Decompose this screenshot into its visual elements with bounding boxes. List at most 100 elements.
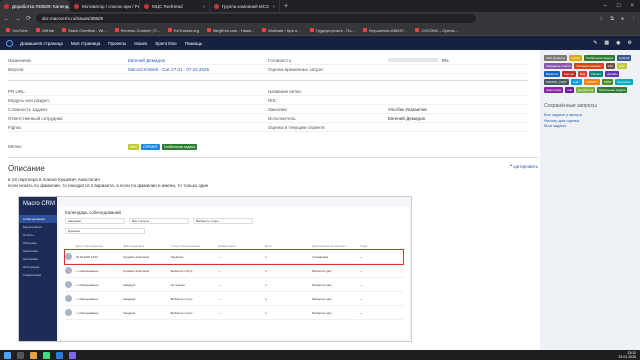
sidebar-tag[interactable]: Снимаем (сервис) xyxy=(574,63,604,69)
sidebar-tag[interactable]: Аналитика xyxy=(544,87,563,93)
sidebar-tag[interactable]: Мой профиль xyxy=(544,55,568,61)
bookmark[interactable]: MegEmil.com - Нижи... xyxy=(207,28,254,33)
issue-tag[interactable]: СПРИНТ xyxy=(141,143,160,150)
browser-tab[interactable]: МЦС RedHead × xyxy=(140,0,210,12)
attribute-label: Назначена: xyxy=(8,57,32,63)
star-icon[interactable]: ☆ xyxy=(599,16,603,22)
bookmark[interactable]: Motivate / Ари и ... xyxy=(262,28,302,33)
attribute-value[interactable] xyxy=(128,107,268,112)
attribute-value[interactable] xyxy=(128,98,268,103)
sidebar-tag[interactable]: Дизайн xyxy=(605,71,620,77)
minimize-icon[interactable]: – xyxy=(604,3,607,9)
screenshot-cell: 1 xyxy=(265,296,267,301)
saved-query-link[interactable]: Мои задачи xyxy=(544,123,636,129)
bookmark[interactable]: RuTracker.org xyxy=(167,28,199,33)
sidebar-tag[interactable]: Доработка xyxy=(576,87,596,93)
redmine-menu-item[interactable]: Проекты xyxy=(108,41,126,46)
redmine-menu-item[interactable]: Issues xyxy=(134,41,147,46)
sidebar-tag[interactable]: Ulta xyxy=(564,87,575,93)
attribute-pair: Модуль или раздел: xyxy=(8,98,268,103)
attribute-value xyxy=(388,67,528,72)
attribute-value[interactable] xyxy=(128,125,268,130)
issue-tag[interactable]: Web xyxy=(128,143,140,150)
new-tab-icon[interactable]: + xyxy=(280,0,292,12)
screenshot-cell: Не пришёл xyxy=(170,282,185,287)
sidebar-tag[interactable]: СПРИНТ xyxy=(583,79,601,85)
sidebar-tag[interactable]: Android xyxy=(616,55,632,61)
screenshot-cell: Кущевич Анастасия xyxy=(123,268,150,273)
sidebar-tag[interactable]: Глобальная задача xyxy=(583,55,615,61)
vscode-icon[interactable] xyxy=(56,351,63,359)
attribute-value[interactable]: MacroCrmWeb - Сат 27.01 - 07.02.2025 xyxy=(128,67,268,72)
bookmark[interactable]: Трудоустроить - По... xyxy=(309,28,355,33)
user-icon[interactable]: ◉ xyxy=(616,40,620,46)
sidebar-tag[interactable]: iOS xyxy=(605,63,615,69)
bookmark[interactable]: Улучшения #36497... xyxy=(362,28,407,33)
attribute-value xyxy=(388,98,528,103)
screenshot-cell: 1 xyxy=(265,310,267,315)
sidebar-tag[interactable]: mobile xyxy=(569,55,582,61)
search-icon[interactable] xyxy=(17,351,24,359)
redmine-menu-item[interactable]: Домашняя страница xyxy=(20,41,63,46)
browser-tab[interactable]: Группа компаний МСS × xyxy=(210,0,280,12)
sidebar-tag[interactable]: Web xyxy=(616,63,627,69)
sidebar-tag[interactable]: Ожидание ответа xyxy=(544,63,573,69)
sidebar-tag[interactable]: PROMO_TEST xyxy=(544,79,569,85)
sidebar-tag[interactable]: Мобильная задача xyxy=(597,87,628,93)
screenshot-table: Дата собеседования ФИО кандидата Статус со… xyxy=(64,242,404,320)
profile-icon[interactable]: ● xyxy=(621,16,624,22)
bookmark[interactable]: Stack Overflow - Wi... xyxy=(62,28,107,33)
screenshot-cell: Одобрено xyxy=(170,254,184,259)
browser-tab[interactable]: Мотиватор / список ари / Ры× xyxy=(70,0,140,12)
close-icon[interactable]: × xyxy=(272,4,275,9)
attribute-label: Оценка временных затрат: xyxy=(268,66,325,72)
screenshot-search-field: Кущевич xyxy=(65,228,145,234)
windows-start-icon[interactable] xyxy=(4,351,11,359)
bookmark[interactable]: СХСОМС - Opimiz... xyxy=(415,28,458,33)
quote-link[interactable]: ❝ Цитировать xyxy=(510,164,538,173)
app-icon[interactable] xyxy=(69,351,76,359)
close-window-icon[interactable]: × xyxy=(630,3,634,9)
sidebar-tag[interactable]: Bug xyxy=(578,71,588,77)
bookmark[interactable]: YouTube xyxy=(6,28,28,33)
attribute-label: Ответственный сотрудник: xyxy=(8,115,64,121)
screenshot-column-header: Дата выхода на обучение xyxy=(312,243,346,248)
maximize-icon[interactable]: □ xyxy=(617,3,621,9)
sidebar-tag[interactable]: Обучение xyxy=(614,79,633,85)
redmine-menu-item[interactable]: Spent time xyxy=(155,41,177,46)
embedded-screenshot[interactable]: Macro CRM Собеседования Мероприятия Отчёты… xyxy=(18,196,412,342)
redmine-menu-item[interactable]: Моя страница xyxy=(71,41,100,46)
bookmark[interactable]: Reverso Context | П... xyxy=(114,28,160,33)
grid-icon[interactable]: ▦ xyxy=(604,40,609,46)
screenshot-column-header: Дата собеседования xyxy=(76,243,103,248)
description-line: если искать по фамилии, то находится 2 в… xyxy=(8,183,209,188)
close-icon[interactable]: × xyxy=(202,4,205,9)
sidebar-tag[interactable]: Срочно xyxy=(561,71,577,77)
screenshot-logo: Macro CRM xyxy=(23,201,56,207)
settings-icon[interactable]: ⚙ xyxy=(628,40,632,46)
bookmark[interactable]: GitHub xyxy=(35,28,54,33)
chrome-icon[interactable] xyxy=(43,351,50,359)
url-field[interactable]: skz.macrocrm.ru/issues/30829 xyxy=(36,14,477,23)
attribute-value[interactable] xyxy=(128,116,268,121)
attribute-value[interactable]: Евгений Демидов xyxy=(128,58,268,63)
reload-icon[interactable]: ⟳ xyxy=(26,15,31,22)
attribute-pair: Ответственный сотрудник: xyxy=(8,116,268,121)
sidebar-tag[interactable]: Проект xyxy=(589,71,604,77)
sidebar-tag[interactable]: CRM xyxy=(602,79,613,85)
redmine-menu-item[interactable]: Помощь xyxy=(185,41,202,46)
pin-icon[interactable]: ✎ xyxy=(593,40,597,46)
screenshot-cell: Кандидат xyxy=(123,296,136,301)
screenshot-side-item: Собеседования xyxy=(19,215,57,223)
sidebar-tag[interactable]: Backend xyxy=(544,71,560,77)
issue-tags-row: Метки: Web СПРИНТ Глобальная задача xyxy=(8,142,538,151)
file-explorer-icon[interactable] xyxy=(30,351,37,359)
sidebar-tag[interactable]: Сайт xyxy=(570,79,582,85)
menu-icon[interactable]: ⋮ xyxy=(631,16,636,22)
attribute-value[interactable] xyxy=(128,89,268,94)
browser-tab[interactable]: Доработка #30829: Календар× xyxy=(0,0,70,12)
back-icon[interactable]: ← xyxy=(4,16,10,22)
extensions-icon[interactable]: ⧉ xyxy=(610,16,614,22)
issue-tag[interactable]: Глобальная задача xyxy=(161,143,198,150)
forward-icon[interactable]: → xyxy=(15,16,21,22)
